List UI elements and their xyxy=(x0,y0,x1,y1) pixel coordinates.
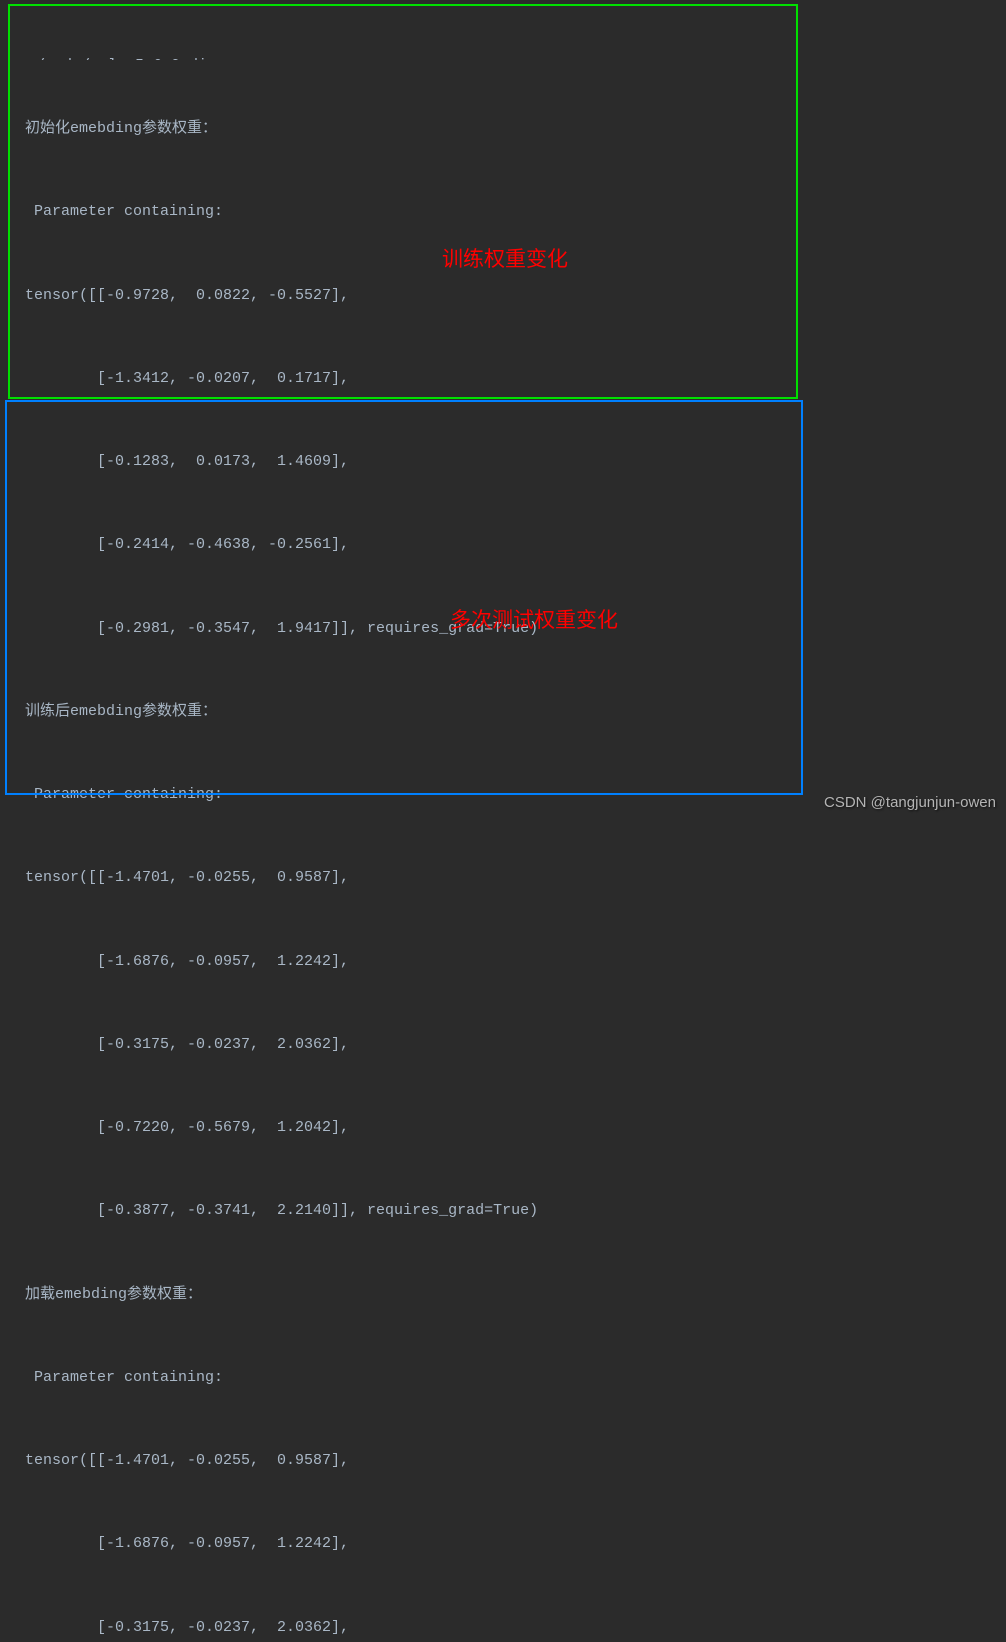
section-trained-header: 训练后emebding参数权重： xyxy=(0,698,1006,726)
tensor-line: [-0.3175, -0.0237, 2.0362], xyxy=(0,1614,1006,1642)
tensor-line: [-0.2414, -0.4638, -0.2561], xyxy=(0,531,1006,559)
tensor-line: [-1.3412, -0.0207, 0.1717], xyxy=(0,365,1006,393)
watermark-text: CSDN @tangjunjun-owen xyxy=(824,794,996,811)
tensor-line: tensor([[-0.9728, 0.0822, -0.5527], xyxy=(0,282,1006,310)
tensor-line: [-0.1283, 0.0173, 1.4609], xyxy=(0,448,1006,476)
annotation-label-training: 训练权重变化 xyxy=(442,243,568,273)
tensor-line: [-0.3877, -0.3741, 2.2140]], requires_gr… xyxy=(0,1197,1006,1225)
tensor-line: [-1.6876, -0.0957, 1.2242], xyxy=(0,1530,1006,1558)
annotation-label-testing: 多次测试权重变化 xyxy=(450,604,618,634)
section-loaded-header: 加载emebding参数权重： xyxy=(0,1281,1006,1309)
section-init-param: Parameter containing: xyxy=(0,198,1006,226)
section-init-header: 初始化emebding参数权重： xyxy=(0,115,1006,143)
terminal-top-fragment: /code/yolov5-6.0 dis xyxy=(0,52,1006,60)
section-loaded-param: Parameter containing: xyxy=(0,1364,1006,1392)
tensor-line: [-0.3175, -0.0237, 2.0362], xyxy=(0,1031,1006,1059)
tensor-line: [-0.7220, -0.5679, 1.2042], xyxy=(0,1114,1006,1142)
tensor-line: [-1.6876, -0.0957, 1.2242], xyxy=(0,948,1006,976)
tensor-line: tensor([[-1.4701, -0.0255, 0.9587], xyxy=(0,1447,1006,1475)
tensor-line: tensor([[-1.4701, -0.0255, 0.9587], xyxy=(0,864,1006,892)
